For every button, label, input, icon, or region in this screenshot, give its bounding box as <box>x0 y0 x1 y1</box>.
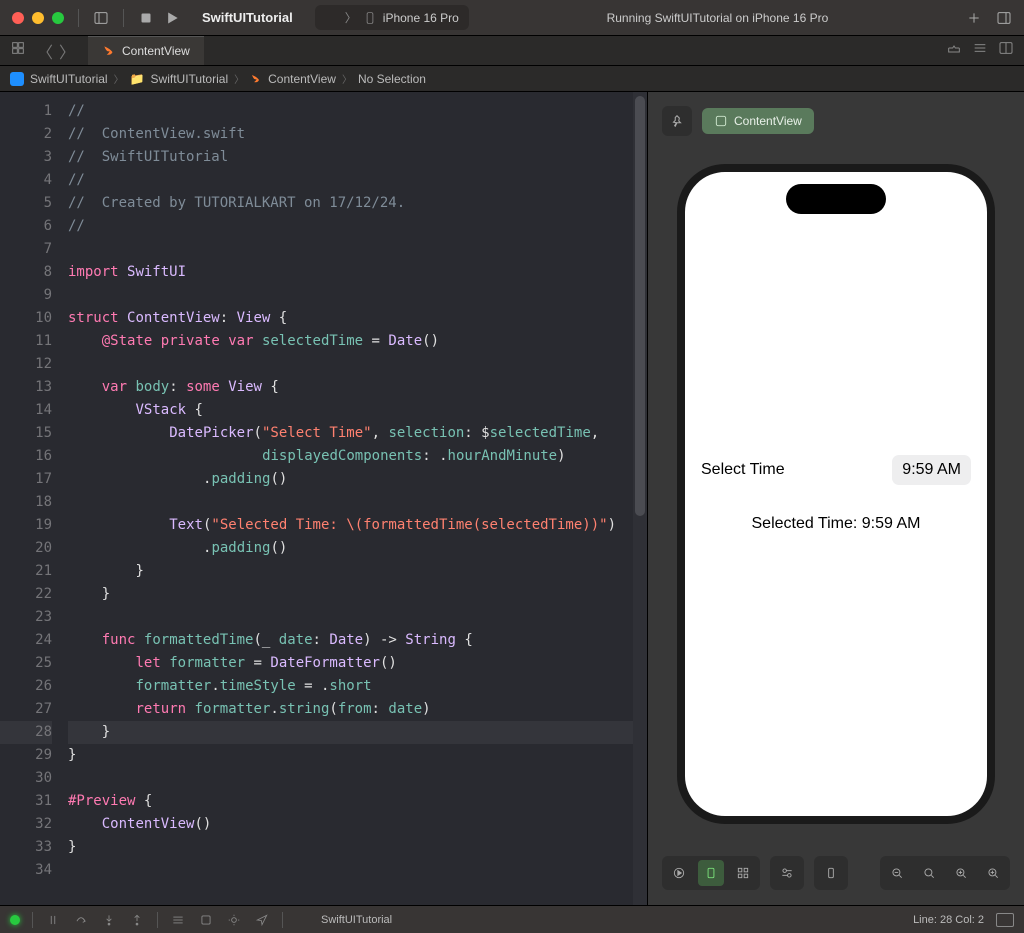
zoom-out-button[interactable] <box>884 860 910 886</box>
tab-label: ContentView <box>122 44 190 58</box>
preview-icon <box>714 114 728 128</box>
code-content[interactable]: //// ContentView.swift// SwiftUITutorial… <box>62 92 647 905</box>
scheme-project[interactable]: SwiftUITutorial <box>196 10 293 25</box>
project-icon <box>10 72 24 86</box>
crumb-item[interactable]: SwiftUITutorial <box>30 72 108 86</box>
scrollbar-thumb[interactable] <box>635 96 645 516</box>
datepicker-value-button[interactable]: 9:59 AM <box>892 455 971 485</box>
run-button-icon[interactable] <box>164 10 180 26</box>
cursor-position-label: Line: 28 Col: 2 <box>913 914 984 926</box>
folder-icon: 📁 <box>130 72 145 86</box>
recent-files-icon[interactable] <box>946 40 962 61</box>
preview-selectable-button[interactable] <box>698 860 724 886</box>
iphone-simulator-frame: Select Time 9:59 AM Selected Time: 9:59 … <box>677 164 995 824</box>
back-arrow-icon[interactable]: 〈 <box>34 36 56 66</box>
titlebar: SwiftUITutorial 〉 iPhone 16 Pro Running … <box>0 0 1024 36</box>
editor-tab-contentview[interactable]: ContentView <box>88 36 204 65</box>
window-controls <box>12 12 64 24</box>
code-editor[interactable]: 1234567891011121314151617181920212223242… <box>0 92 648 905</box>
step-out-icon[interactable] <box>129 912 145 928</box>
activity-status-label: Running SwiftUITutorial on iPhone 16 Pro <box>479 11 956 25</box>
zoom-fit-button[interactable] <box>948 860 974 886</box>
execution-indicator-icon <box>10 915 20 925</box>
step-over-icon[interactable] <box>73 912 89 928</box>
editor-tabbar: 〈 〉 ContentView <box>0 36 1024 66</box>
editor-scrollbar[interactable] <box>633 92 647 905</box>
zoom-actual-button[interactable] <box>916 860 942 886</box>
running-project-label: SwiftUITutorial <box>321 914 392 926</box>
swift-file-icon <box>102 44 116 58</box>
simulated-app-content[interactable]: Select Time 9:59 AM Selected Time: 9:59 … <box>685 172 987 816</box>
datepicker-label: Select Time <box>701 461 785 479</box>
device-label: iPhone 16 Pro <box>383 11 459 25</box>
main-area: 1234567891011121314151617181920212223242… <box>0 92 1024 905</box>
crumb-item[interactable]: SwiftUITutorial <box>151 72 229 86</box>
swift-file-icon <box>250 73 262 85</box>
canvas-preview-panel: ContentView Select Time 9:59 AM Selected… <box>648 92 1024 905</box>
close-window-button[interactable] <box>12 12 24 24</box>
line-number-gutter: 1234567891011121314151617181920212223242… <box>0 92 62 905</box>
library-icon[interactable] <box>996 10 1012 26</box>
adjust-editor-icon[interactable] <box>972 40 988 61</box>
debug-status-bar: SwiftUITutorial Line: 28 Col: 2 <box>0 905 1024 933</box>
memory-graph-icon[interactable] <box>198 912 214 928</box>
forward-arrow-icon[interactable]: 〉 <box>56 36 78 66</box>
simulate-location-icon[interactable] <box>254 912 270 928</box>
debug-view-icon[interactable] <box>170 912 186 928</box>
add-editor-icon[interactable] <box>998 40 1014 61</box>
device-icon <box>363 11 377 25</box>
selected-time-label: Selected Time: 9:59 AM <box>701 515 971 533</box>
project-name-label: SwiftUITutorial <box>202 10 293 25</box>
related-items-icon[interactable] <box>10 40 26 61</box>
run-destination-selector[interactable]: 〉 iPhone 16 Pro <box>315 5 469 30</box>
crumb-item[interactable]: ContentView <box>268 72 336 86</box>
stop-button-icon[interactable] <box>138 10 154 26</box>
preview-live-button[interactable] <box>666 860 692 886</box>
bottom-panel-toggle-icon[interactable] <box>996 913 1014 927</box>
left-panel-toggle-icon[interactable] <box>93 10 109 26</box>
app-icon <box>295 913 309 927</box>
pin-preview-button[interactable] <box>662 106 692 136</box>
zoom-window-button[interactable] <box>52 12 64 24</box>
device-settings-button[interactable] <box>774 860 800 886</box>
path-bar: SwiftUITutorial 〉 📁 SwiftUITutorial 〉 Co… <box>0 66 1024 92</box>
preview-badge-label: ContentView <box>734 114 802 128</box>
step-into-icon[interactable] <box>101 912 117 928</box>
app-icon <box>325 11 339 25</box>
zoom-in-button[interactable] <box>980 860 1006 886</box>
pause-icon[interactable] <box>45 912 61 928</box>
preview-toolbar <box>662 855 1010 891</box>
preview-variants-button[interactable] <box>730 860 756 886</box>
minimize-window-button[interactable] <box>32 12 44 24</box>
add-icon[interactable] <box>966 10 982 26</box>
preview-on-device-button[interactable] <box>818 860 844 886</box>
crumb-item[interactable]: No Selection <box>358 72 426 86</box>
environment-overrides-icon[interactable] <box>226 912 242 928</box>
datepicker-row: Select Time 9:59 AM <box>701 455 971 485</box>
preview-target-badge[interactable]: ContentView <box>702 108 814 134</box>
